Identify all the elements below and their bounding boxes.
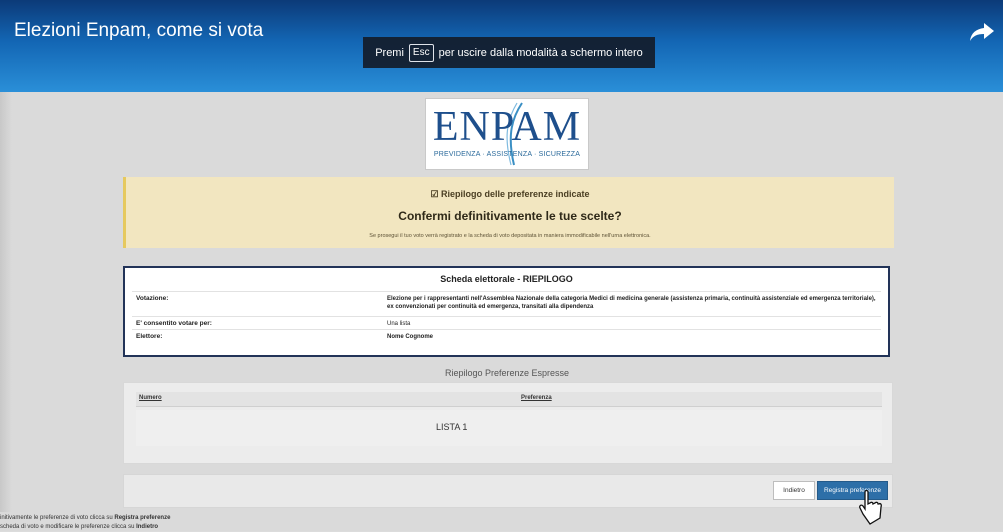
preferences-table: Numero Preferenza LISTA 1: [123, 382, 893, 464]
hint-line-2-bold: Indietro: [136, 524, 159, 530]
preferences-header-row: Numero Preferenza: [136, 392, 882, 407]
back-button[interactable]: Indietro: [773, 481, 815, 500]
enpam-logo: ENPAM PREVIDENZA · ASSISTENZA · SICUREZZ…: [425, 98, 589, 170]
summary-title: Scheda elettorale - RIEPILOGO: [440, 274, 573, 284]
summary-row-votazione: Votazione: Elezione per i rappresentanti…: [132, 291, 881, 316]
hint-line-1-text: initivamente le preferenze di voto clicc…: [0, 515, 115, 521]
column-header-numero: Numero: [139, 395, 162, 401]
hint-prefix: Premi: [375, 46, 404, 59]
summary-row-consentito: E' consentito votare per: Una lista: [132, 316, 881, 329]
logo-word: ENPAM: [432, 104, 582, 150]
fullscreen-exit-hint: Premi Esc per uscire dalla modalità a sc…: [363, 37, 655, 68]
mouse-pointer-icon: [859, 490, 882, 525]
esc-key: Esc: [408, 43, 434, 62]
summary-value: Una lista: [387, 321, 411, 327]
preference-value: LISTA 1: [436, 422, 468, 432]
hint-line-1-bold: Registra preferenze: [114, 515, 171, 521]
hint-line-2-text: scheda di voto e modificare le preferenz…: [0, 524, 137, 530]
summary-value: Nome Cognome: [387, 334, 434, 340]
video-title[interactable]: Elezioni Enpam, come si vota: [14, 20, 263, 42]
action-bar: Indietro Registra preferenze: [123, 474, 893, 508]
share-arrow-icon[interactable]: [969, 20, 995, 44]
instruction-hint: initivamente le preferenze di voto clicc…: [0, 514, 170, 532]
column-header-preferenza: Preferenza: [521, 395, 552, 401]
summary-row-elettore: Elettore: Nome Cognome: [132, 329, 881, 348]
page-edge-shadow: [0, 92, 12, 512]
video-title-bar: Elezioni Enpam, come si vota Premi Esc p…: [0, 0, 1003, 92]
summary-label: Elettore:: [136, 333, 163, 340]
logo-tagline: PREVIDENZA · ASSISTENZA · SICUREZZA: [433, 151, 581, 158]
summary-label: Votazione:: [136, 295, 169, 302]
hint-line-1: initivamente le preferenze di voto clicc…: [0, 514, 170, 523]
preferences-caption: Riepilogo Preferenze Espresse: [444, 368, 570, 378]
notice-heading: ☑ Riepilogo delle preferenze indicate: [430, 189, 590, 199]
confirmation-notice: ☑ Riepilogo delle preferenze indicate Co…: [123, 177, 894, 248]
ballot-summary: Scheda elettorale - RIEPILOGO Votazione:…: [123, 266, 890, 357]
notice-note: Se prosegui il tuo voto verrà registrato…: [369, 233, 651, 239]
summary-label: E' consentito votare per:: [136, 320, 212, 327]
hint-suffix: per uscire dalla modalità a schermo inte…: [438, 46, 643, 59]
table-row: LISTA 1: [136, 410, 882, 446]
notice-question: Confermi definitivamente le tue scelte?: [398, 209, 622, 223]
summary-value: Elezione per i rappresentanti nell'Assem…: [387, 296, 876, 310]
